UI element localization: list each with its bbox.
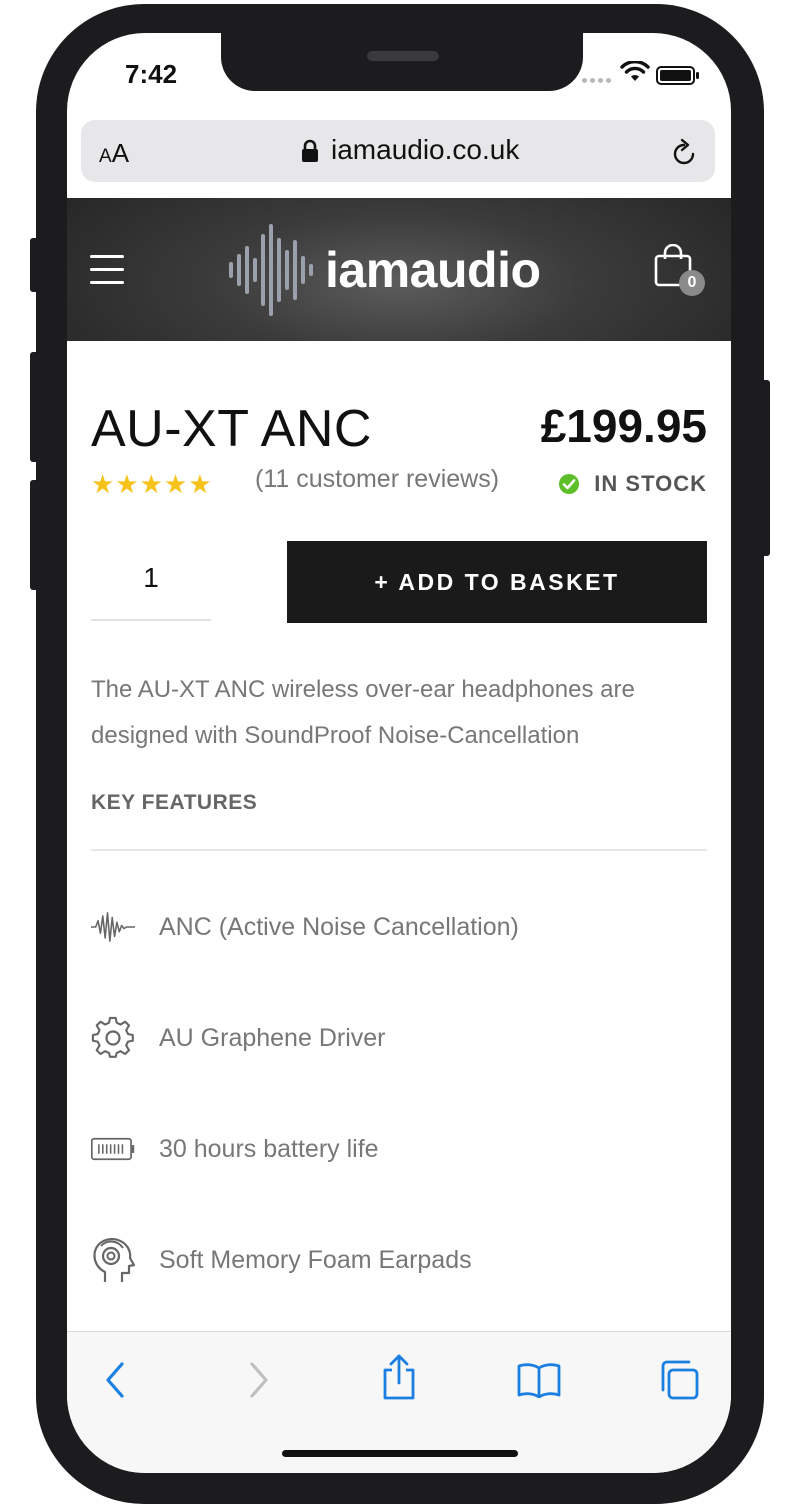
soundwave-logo-icon	[229, 224, 313, 316]
speaker	[367, 51, 439, 61]
volume-down-button	[30, 480, 40, 590]
cellular-signal-icon	[582, 78, 611, 83]
site-header: iamaudio 0	[67, 198, 731, 341]
browser-toolbar	[67, 1331, 731, 1473]
battery-icon	[91, 1127, 135, 1171]
gear-icon	[91, 1016, 135, 1060]
reload-icon[interactable]	[671, 137, 699, 167]
product-description: The AU-XT ANC wireless over-ear headphon…	[91, 676, 635, 749]
reviews-link[interactable]: (11 customer reviews)	[255, 465, 499, 494]
feature-label: Soft Memory Foam Earpads	[159, 1245, 472, 1274]
feature-item: 30 hours battery life	[91, 1127, 379, 1171]
basket-count-badge: 0	[679, 270, 705, 296]
power-button	[760, 380, 770, 556]
head-earpad-icon	[91, 1237, 135, 1282]
screen: 7:42 AA iamaudio.co.uk iamaudio 0 AU-XT …	[67, 33, 731, 1473]
url-text[interactable]: iamaudio.co.uk	[331, 134, 519, 166]
check-circle-icon	[559, 474, 580, 494]
stock-label: IN STOCK	[594, 471, 707, 496]
product-title: AU-XT ANC	[91, 400, 372, 458]
add-to-basket-button[interactable]: + ADD TO BASKET	[287, 541, 707, 623]
feature-item: ANC (Active Noise Cancellation)	[91, 905, 519, 949]
site-logo[interactable]: iamaudio	[227, 222, 541, 318]
feature-label: ANC (Active Noise Cancellation)	[159, 912, 519, 941]
wifi-icon	[620, 61, 650, 81]
product-price: £199.95	[540, 400, 707, 452]
rating-stars: ★★★★★	[91, 469, 213, 499]
bookmarks-icon[interactable]	[517, 1362, 561, 1398]
text-size-button[interactable]: AA	[99, 138, 129, 169]
feature-label: AU Graphene Driver	[159, 1023, 386, 1052]
home-indicator	[282, 1450, 518, 1457]
quantity-input[interactable]: 1	[91, 539, 211, 621]
mute-switch	[30, 238, 40, 292]
stock-status: IN STOCK	[558, 471, 707, 497]
hamburger-menu-icon[interactable]	[90, 255, 124, 294]
basket-button[interactable]: 0	[653, 243, 705, 300]
lock-icon	[302, 139, 318, 162]
volume-up-button	[30, 352, 40, 462]
waveform-icon	[91, 905, 135, 949]
forward-icon[interactable]	[247, 1360, 271, 1400]
key-features-heading: KEY FEATURES	[91, 791, 258, 814]
share-icon[interactable]	[381, 1354, 417, 1400]
battery-status-icon	[656, 66, 699, 85]
feature-label: 30 hours battery life	[159, 1134, 379, 1163]
feature-item: Soft Memory Foam Earpads	[91, 1237, 472, 1282]
status-time: 7:42	[125, 59, 178, 89]
logo-wordmark: iamaudio	[325, 242, 541, 298]
feature-item: AU Graphene Driver	[91, 1016, 385, 1060]
address-bar[interactable]: AA iamaudio.co.uk	[81, 120, 715, 182]
tabs-icon[interactable]	[659, 1360, 699, 1400]
back-icon[interactable]	[103, 1360, 127, 1400]
notch	[221, 33, 583, 91]
divider	[91, 849, 707, 851]
